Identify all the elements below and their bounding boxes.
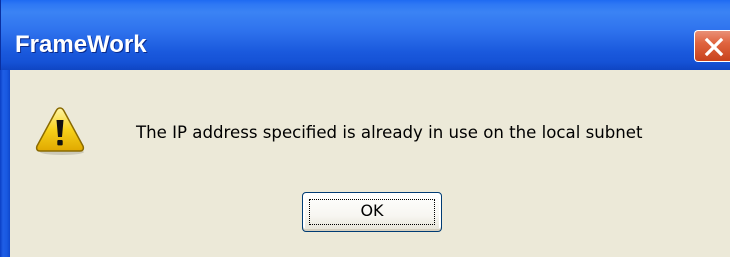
dialog-message: The IP address specified is already in u…: [136, 123, 643, 142]
ok-button[interactable]: OK: [302, 192, 442, 232]
ok-button-label: OK: [360, 201, 384, 220]
window-frame-left: [0, 70, 10, 257]
message-dialog: FrameWork The IP address specified is al…: [0, 0, 730, 257]
window-title: FrameWork: [15, 31, 147, 58]
close-button[interactable]: [694, 30, 730, 62]
warning-icon: [35, 107, 85, 155]
close-icon: [704, 37, 724, 57]
title-bar[interactable]: FrameWork: [0, 0, 730, 70]
